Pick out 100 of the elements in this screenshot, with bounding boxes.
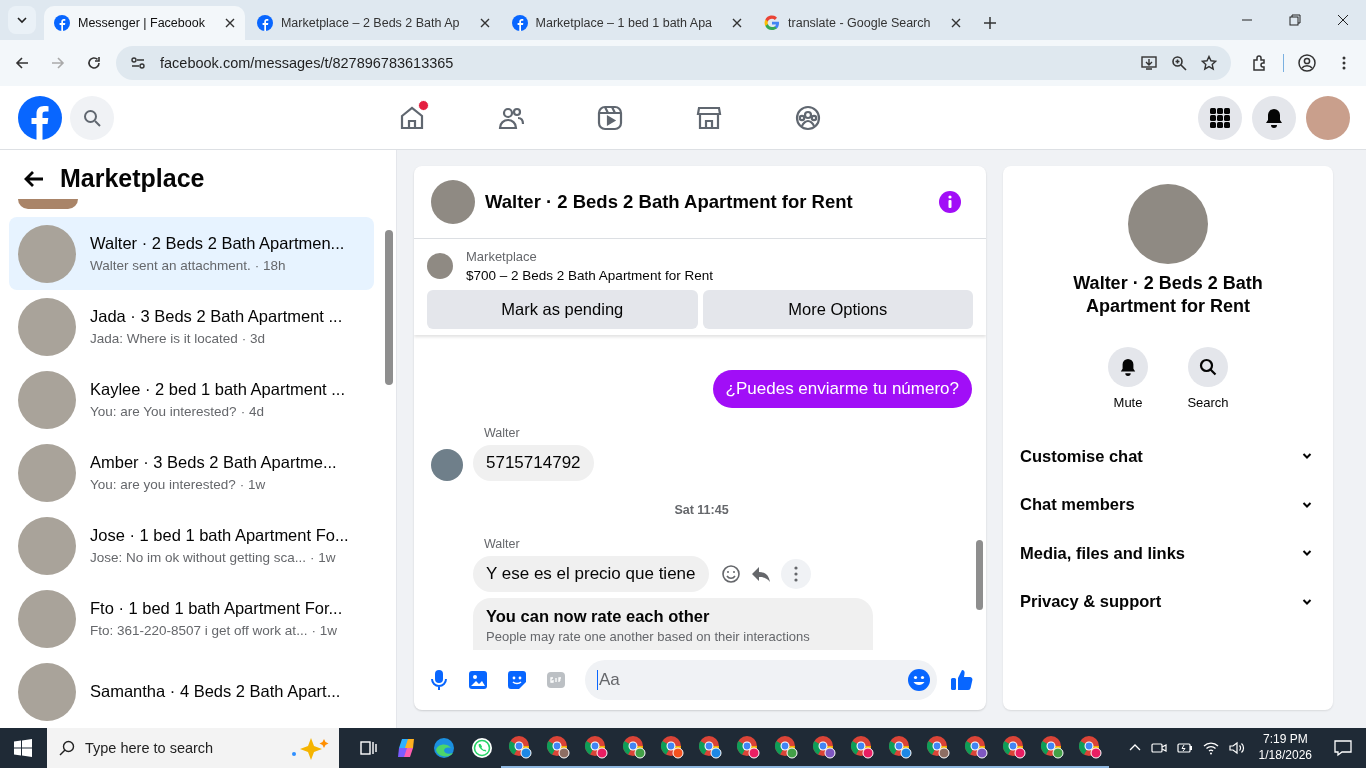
notice-title: You can now rate each other <box>486 607 711 626</box>
new-tab-icon[interactable] <box>982 16 997 30</box>
details-section[interactable]: Media, files and links <box>1020 529 1316 578</box>
mute-action[interactable]: Mute <box>1098 347 1158 410</box>
conversation-item[interactable]: Jada · 3 Beds 2 Bath Apartment ... Jada: Where is it located · 3d <box>9 290 374 363</box>
message-preview: Walter sent an attachment. <box>90 258 251 273</box>
volume-icon[interactable] <box>1228 740 1245 756</box>
search-icon <box>83 108 101 127</box>
notice-text: People may rate one another based on their interactions <box>486 629 811 644</box>
received-message: Y ese es el precio que tiene <box>473 556 709 592</box>
conversation-item[interactable]: Amber · 3 Beds 2 Bath Apartme... You: are you interested? · 1w <box>9 436 374 509</box>
like-icon[interactable] <box>950 668 974 692</box>
search-action[interactable]: Search <box>1178 347 1238 410</box>
chevron-down-icon <box>1302 500 1312 509</box>
sender-name: Walter <box>484 426 521 440</box>
bell-icon <box>1264 107 1284 128</box>
search-button[interactable] <box>70 95 114 140</box>
menu-button[interactable] <box>1198 95 1242 140</box>
photo-placeholder <box>18 199 78 209</box>
close-tab-icon[interactable] <box>224 18 235 28</box>
details-section[interactable]: Chat members <box>1020 480 1316 529</box>
close-tab-icon[interactable] <box>950 18 961 28</box>
notifications-button[interactable] <box>1252 95 1296 140</box>
restore-icon[interactable] <box>1289 14 1301 26</box>
tab-title: Messenger | Facebook <box>78 16 205 30</box>
sticker-icon[interactable] <box>507 670 527 690</box>
profile-icon[interactable] <box>1298 54 1316 72</box>
conversation-title: Samantha · 4 Beds 2 Bath Apart... <box>90 682 341 701</box>
photo-placeholder <box>427 253 453 279</box>
listing-action-button[interactable]: Mark as pending <box>427 290 698 329</box>
browser-tab[interactable]: Marketplace – 1 bed 1 bath Apa <box>501 6 753 40</box>
camera-icon[interactable] <box>1150 740 1167 756</box>
caret-icon <box>16 14 28 26</box>
video-nav-icon[interactable] <box>596 103 624 132</box>
bell-icon <box>1119 358 1137 376</box>
message-time: · 1w <box>311 623 337 638</box>
clock[interactable]: 7:19 PM 1/18/2026 <box>1258 732 1312 764</box>
close-tab-icon[interactable] <box>479 18 490 28</box>
image-icon[interactable] <box>468 670 488 690</box>
microphone-icon[interactable] <box>429 669 449 691</box>
site-settings-icon[interactable] <box>130 55 146 71</box>
panel-title: Marketplace <box>60 164 205 193</box>
battery-icon[interactable] <box>1176 740 1193 756</box>
sent-message: ¿Puedes enviarme tu número? <box>712 370 972 408</box>
details-title: Walter · 2 Beds 2 Bath Apartment for Rent <box>1072 272 1264 317</box>
details-section[interactable]: Customise chat <box>1020 432 1316 481</box>
details-section[interactable]: Privacy & support <box>1020 577 1316 626</box>
message-time: · 3d <box>241 331 266 346</box>
taskbar-search-field[interactable]: Type here to search <box>47 728 339 768</box>
conversation-title: Jose · 1 bed 1 bath Apartment Fo... <box>90 526 349 545</box>
conversation-item[interactable]: Jose · 1 bed 1 bath Apartment Fo... Jose: No im ok without getting sca... · 1w <box>9 509 374 582</box>
facebook-logo[interactable] <box>18 95 62 140</box>
zoom-icon[interactable] <box>1171 55 1187 71</box>
conversation-item[interactable]: Kaylee · 2 bed 1 bath Apartment ... You: are You interested? · 4d <box>9 363 374 436</box>
photo-placeholder <box>431 180 475 224</box>
info-icon[interactable] <box>938 190 962 214</box>
conversation-item[interactable]: Fto · 1 bed 1 bath Apartment For... Fto: 361-220-8507 i get off work at... · 1w <box>9 582 374 655</box>
message-preview: Fto: 361-220-8507 i get off work at... <box>90 623 308 638</box>
chevron-down-icon <box>1302 597 1312 606</box>
close-tab-icon[interactable] <box>732 18 743 28</box>
facebook-icon <box>511 15 528 31</box>
browser-tab[interactable]: Marketplace – 2 Beds 2 Bath Ap <box>246 6 500 40</box>
facebook-icon <box>54 15 70 31</box>
message-preview: Jose: No im ok without getting sca... <box>90 550 307 565</box>
search-icon <box>59 740 75 756</box>
chevron-down-icon <box>1302 549 1312 558</box>
timestamp: Sat 11:45 <box>673 503 730 517</box>
chevron-down-icon <box>1302 452 1312 461</box>
wifi-icon[interactable] <box>1202 740 1219 756</box>
conversation-item[interactable]: Samantha · 4 Beds 2 Bath Apart... <box>9 655 374 728</box>
back-icon[interactable] <box>14 55 30 71</box>
message-time: · 1w <box>310 550 336 565</box>
install-app-icon[interactable] <box>1141 55 1157 71</box>
message-time: · 1w <box>239 477 266 492</box>
received-message: 5715714792 <box>473 445 594 481</box>
close-icon[interactable] <box>1337 14 1349 26</box>
grid-icon <box>1210 107 1230 128</box>
bookmark-star-icon[interactable] <box>1201 55 1217 71</box>
address-bar[interactable]: facebook.com/messages/t/827896783613365 <box>116 46 1231 80</box>
groups-nav-icon[interactable] <box>794 103 822 132</box>
conversation-title: Fto · 1 bed 1 bath Apartment For... <box>90 599 343 618</box>
message-time: · 18h <box>254 258 286 273</box>
conversation-title: Walter · 2 Beds 2 Bath Apartmen... <box>90 234 345 253</box>
home-nav-icon[interactable] <box>398 103 426 132</box>
emoji-react-icon[interactable] <box>720 564 741 584</box>
conversation-title: Amber · 3 Beds 2 Bath Apartme... <box>90 453 337 472</box>
windows-start-icon[interactable] <box>14 739 32 757</box>
notifications-icon[interactable] <box>1334 739 1352 757</box>
browser-tab[interactable]: Messenger | Facebook <box>44 6 245 40</box>
message-input[interactable]: Aa <box>585 660 937 700</box>
facebook-icon <box>256 15 273 31</box>
search-icon <box>1199 358 1217 376</box>
listing-action-button[interactable]: More Options <box>702 290 973 329</box>
sender-name: Walter <box>484 537 521 551</box>
message-preview: You: are You interested? <box>90 404 237 419</box>
tab-search-button[interactable] <box>8 6 36 34</box>
reload-icon[interactable] <box>86 55 102 71</box>
emoji-icon[interactable] <box>907 668 931 692</box>
browser-tab[interactable]: translate - Google Search <box>754 6 971 40</box>
conversation-item[interactable]: Walter · 2 Beds 2 Bath Apartmen... Walter sent an attachment. · 18h <box>9 217 374 290</box>
